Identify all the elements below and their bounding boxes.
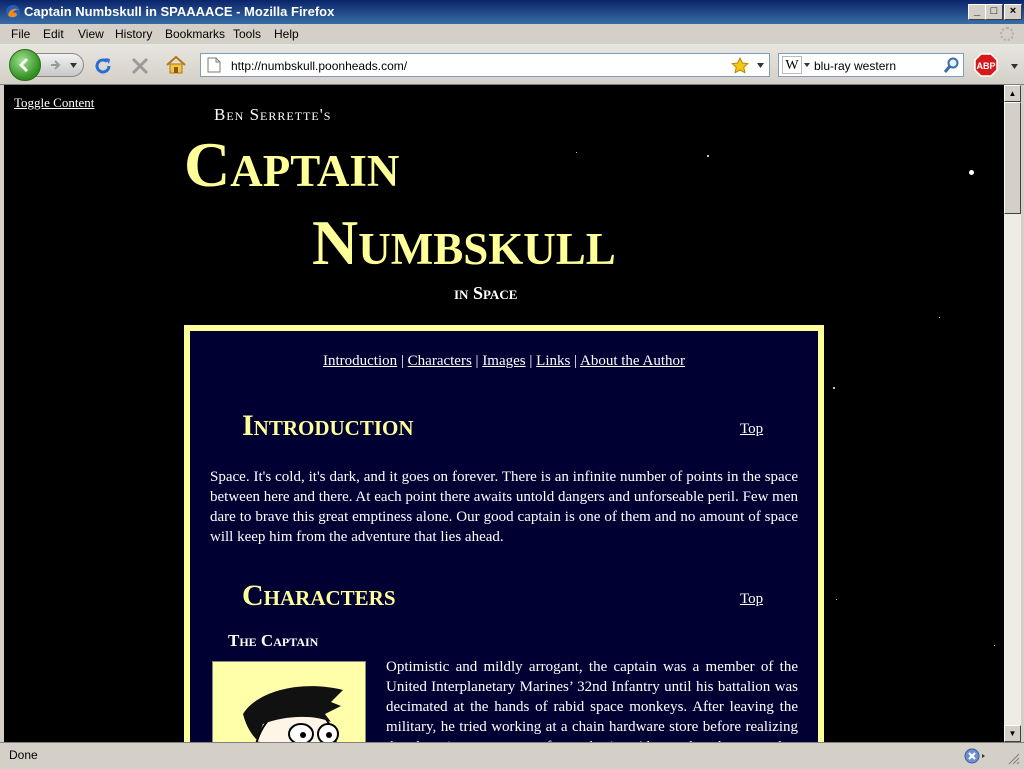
- adblock-plus-icon[interactable]: ABP: [974, 53, 998, 77]
- scroll-down-button[interactable]: ▼: [1004, 725, 1021, 742]
- star: [836, 599, 837, 600]
- forward-arrow-icon: [51, 60, 61, 70]
- page-viewport: Toggle Content Ben Serrette's Captain Nu…: [4, 85, 1004, 742]
- title-numbskull: Numbskull: [312, 207, 616, 278]
- menu-bookmarks[interactable]: Bookmarks: [165, 27, 225, 41]
- captain-portrait: [212, 661, 366, 742]
- search-bar[interactable]: W: [778, 53, 964, 77]
- status-bar: Done: [0, 742, 1024, 769]
- nav-about-author-link[interactable]: About the Author: [580, 353, 685, 369]
- characters-top-link[interactable]: Top: [740, 591, 763, 608]
- nav-separator: |: [570, 353, 581, 369]
- menu-history[interactable]: History: [115, 27, 152, 41]
- star: [833, 387, 835, 389]
- minimize-button[interactable]: _: [968, 4, 986, 20]
- section-nav: Introduction | Characters | Images | Lin…: [190, 353, 818, 370]
- bookmark-star-icon[interactable]: [731, 57, 749, 74]
- stop-icon[interactable]: [130, 56, 150, 76]
- nav-separator: |: [525, 353, 537, 369]
- scroll-up-button[interactable]: ▲: [1004, 85, 1021, 102]
- nav-separator: |: [471, 353, 483, 369]
- menu-bar: File Edit View History Bookmarks Tools H…: [0, 24, 1024, 44]
- history-dropdown-icon[interactable]: [70, 63, 77, 68]
- menu-tools[interactable]: Tools: [233, 27, 261, 41]
- url-bar[interactable]: [200, 53, 770, 77]
- reload-icon[interactable]: [93, 56, 113, 76]
- captain-heading: The Captain: [228, 631, 319, 650]
- window-title: Captain Numbskull in SPAAAACE - Mozilla …: [24, 4, 335, 19]
- url-dropdown-icon[interactable]: [757, 63, 764, 68]
- introduction-text: Space. It's cold, it's dark, and it goes…: [210, 469, 798, 545]
- menu-edit[interactable]: Edit: [43, 27, 64, 41]
- engine-dropdown-icon[interactable]: [804, 63, 810, 67]
- addon-status-icon[interactable]: [963, 747, 987, 765]
- star: [969, 170, 974, 175]
- firefox-icon: [6, 5, 20, 19]
- throbber-icon: [1000, 27, 1014, 41]
- title-captain: Captain: [184, 129, 400, 200]
- menu-help[interactable]: Help: [274, 27, 299, 41]
- nav-images-link[interactable]: Images: [482, 353, 525, 369]
- content-panel: Introduction | Characters | Images | Lin…: [184, 325, 824, 742]
- search-input[interactable]: [814, 58, 934, 73]
- close-button[interactable]: ×: [1004, 4, 1022, 20]
- vertical-scrollbar[interactable]: ▲ ▼: [1004, 85, 1021, 742]
- star: [707, 155, 709, 157]
- abp-dropdown-icon[interactable]: [1011, 64, 1018, 69]
- forward-button[interactable]: [36, 53, 84, 77]
- toggle-content-link[interactable]: Toggle Content: [14, 95, 94, 111]
- introduction-heading: Introduction: [242, 409, 414, 442]
- title-in-space: in Space: [454, 283, 518, 303]
- back-arrow-icon: [18, 57, 29, 73]
- nav-introduction-link[interactable]: Introduction: [323, 353, 397, 369]
- star: [939, 317, 940, 318]
- svg-text:ABP: ABP: [976, 61, 995, 71]
- search-icon[interactable]: [943, 57, 960, 74]
- window-titlebar: Captain Numbskull in SPAAAACE - Mozilla …: [0, 0, 1024, 24]
- nav-characters-link[interactable]: Characters: [408, 353, 472, 369]
- menu-view[interactable]: View: [78, 27, 104, 41]
- resize-grip-icon[interactable]: [1008, 753, 1020, 765]
- home-icon[interactable]: [165, 55, 187, 75]
- star: [576, 152, 577, 153]
- menu-file[interactable]: File: [11, 27, 30, 41]
- byline: Ben Serrette's: [214, 105, 332, 124]
- scrollbar-thumb[interactable]: [1004, 102, 1021, 214]
- captain-description: Optimistic and mildly arrogant, the capt…: [386, 659, 798, 742]
- nav-separator: |: [397, 353, 408, 369]
- navigation-toolbar: W ABP: [0, 44, 1024, 85]
- introduction-top-link[interactable]: Top: [740, 421, 763, 438]
- captain-portrait-drawing: [243, 686, 343, 742]
- nav-links-link[interactable]: Links: [536, 353, 570, 369]
- wikipedia-engine-icon[interactable]: W: [782, 56, 802, 74]
- back-button[interactable]: [9, 49, 41, 81]
- characters-heading: Characters: [242, 579, 396, 612]
- maximize-button[interactable]: □: [985, 4, 1003, 20]
- page-icon: [207, 57, 221, 73]
- star: [994, 645, 995, 646]
- status-text: Done: [9, 748, 38, 762]
- url-input[interactable]: [231, 58, 711, 73]
